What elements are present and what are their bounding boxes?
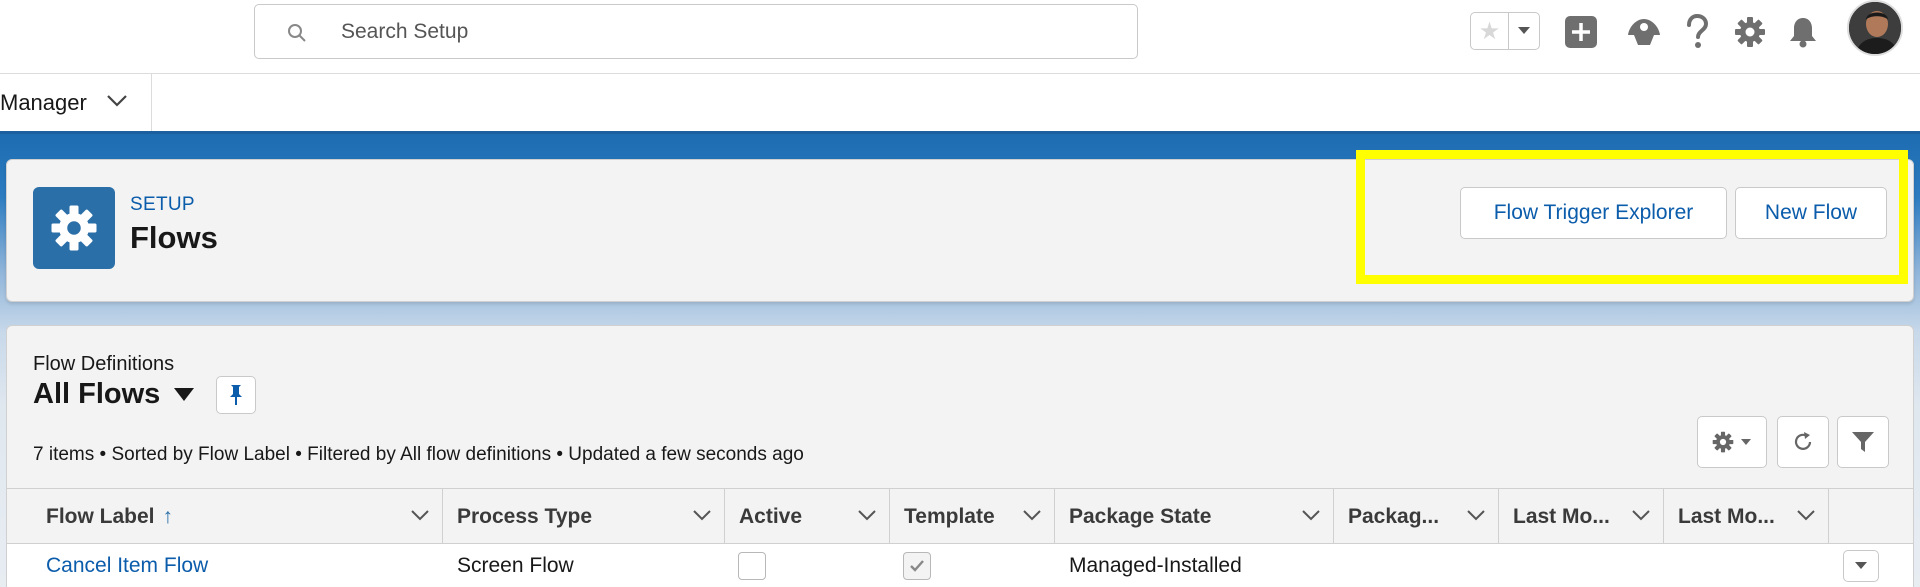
help-icon[interactable] [1679,14,1715,50]
favorites-group: ★ [1470,12,1540,50]
flow-link[interactable]: Cancel Item Flow [46,554,208,578]
search-box[interactable] [254,4,1138,59]
refresh-button[interactable] [1777,416,1829,468]
object-label: Flow Definitions [33,353,175,375]
active-checkbox [738,552,766,580]
add-icon[interactable] [1563,14,1599,50]
list-view-status: 7 items • Sorted by Flow Label • Filtere… [33,444,804,465]
column-label: Template [904,505,995,528]
row-actions-button[interactable] [1843,550,1879,582]
column-header-last-modified-1[interactable]: Last Mo... [1499,489,1664,545]
filter-button[interactable] [1837,416,1889,468]
template-checkbox [903,552,931,580]
chevron-down-icon [1467,510,1485,521]
flow-trigger-explorer-button[interactable]: Flow Trigger Explorer [1460,187,1727,239]
chevron-down-icon [1302,510,1320,521]
column-label: Active [739,505,803,528]
bell-icon[interactable] [1785,14,1821,50]
app-switcher[interactable]: Manager [0,74,152,131]
notifications-icon [1790,18,1816,48]
column-label: Last Mo... [1678,505,1775,528]
column-header-package-state[interactable]: Package State [1055,489,1334,545]
filter-icon [1852,432,1874,452]
column-label: Packag... [1348,505,1440,528]
avatar[interactable] [1847,0,1903,56]
global-header: ★ [0,0,1920,74]
trailhead-icon[interactable] [1626,14,1662,50]
user-photo-icon [1849,2,1901,54]
setup-gear-icon [33,187,115,269]
column-header-flow-label[interactable]: Flow Label ↑ [7,489,443,545]
breadcrumb[interactable]: SETUP [130,194,195,216]
column-label: Last Mo... [1513,505,1610,528]
pin-list-view-button[interactable] [216,376,256,414]
app-name-label: Manager [0,89,87,115]
flow-label-cell: Cancel Item Flow [46,544,208,587]
gear-icon [1712,431,1734,453]
column-header-package[interactable]: Packag... [1334,489,1499,545]
search-icon [288,24,306,42]
search-input[interactable] [341,15,1101,49]
list-view-picker[interactable]: All Flows [33,378,195,411]
column-label: Flow Label [46,505,155,528]
package-state-cell: Managed-Installed [1069,554,1242,577]
chevron-down-icon [107,95,127,107]
sort-ascending-icon: ↑ [162,505,174,528]
page-title: Flows [130,220,218,255]
column-header-active[interactable]: Active [725,489,890,545]
guidance-center-icon [1628,19,1660,45]
active-cell [738,544,766,587]
refresh-icon [1794,432,1812,450]
setup-gear-icon [1735,17,1765,47]
list-view-name: All Flows [33,378,161,410]
chevron-down-icon [1797,510,1815,521]
chevron-down-icon [1632,510,1650,521]
app-nav-bar: Manager [0,74,1920,134]
global-actions-icon [1565,16,1597,48]
table-header: Flow Label ↑ Process Type Active Templat… [7,488,1913,545]
table-row: Cancel Item Flow Screen Flow Managed-Ins… [7,544,1913,587]
column-label: Process Type [457,505,593,528]
column-header-last-modified-2[interactable]: Last Mo... [1664,489,1829,545]
column-header-process-type[interactable]: Process Type [443,489,725,545]
favorites-menu-button[interactable] [1509,13,1539,49]
column-header-template[interactable]: Template [890,489,1055,545]
pin-icon [230,385,242,405]
new-flow-button[interactable]: New Flow [1735,187,1887,239]
chevron-down-icon [858,510,876,521]
chevron-down-icon [1023,510,1041,521]
caret-down-icon [1741,439,1751,445]
checkmark-icon [910,560,924,572]
gear-icon[interactable] [1732,14,1768,50]
template-cell [903,544,931,587]
chevron-down-icon [693,510,711,521]
flows-table: Flow Label ↑ Process Type Active Templat… [7,488,1913,587]
column-label: Package State [1069,505,1212,528]
caret-down-icon [174,388,195,401]
chevron-down-icon [411,510,429,521]
star-icon[interactable]: ★ [1471,13,1509,49]
caret-down-icon [1855,562,1867,569]
list-view-controls-button[interactable] [1697,416,1767,468]
process-type-cell: Screen Flow [457,554,574,577]
caret-down-icon [1518,27,1530,34]
gear-icon [51,205,97,251]
list-view-card: Flow Definitions All Flows 7 items • Sor… [6,325,1914,587]
question-mark-icon [1687,14,1709,48]
